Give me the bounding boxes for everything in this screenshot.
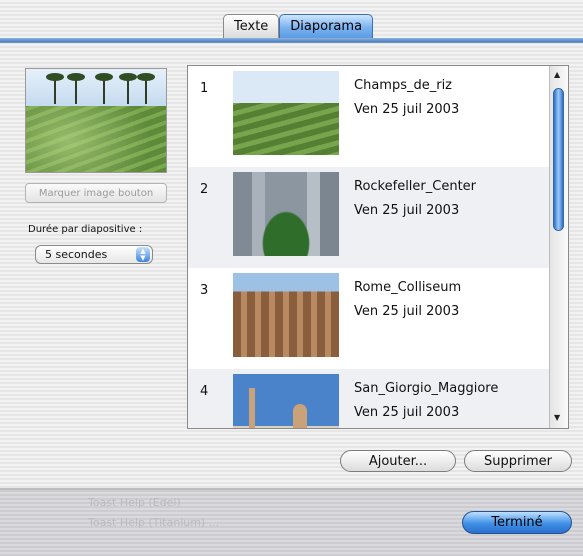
duration-label: Durée par diapositive :: [28, 224, 143, 235]
slide-name: Rockefeller_Center: [354, 179, 477, 194]
remove-button[interactable]: Supprimer: [464, 450, 572, 472]
slide-number: 4: [200, 384, 209, 399]
duration-value: 5 secondes: [45, 248, 108, 261]
slide-name: Rome_Colliseum: [354, 280, 462, 295]
scroll-thumb[interactable]: [553, 88, 564, 231]
slide-thumbnail: [233, 273, 339, 357]
tab-diaporama[interactable]: Diaporama: [279, 14, 374, 38]
mark-image-button[interactable]: Marquer image bouton: [25, 183, 167, 203]
slide-date: Ven 25 juil 2003: [354, 203, 460, 218]
slide-date: Ven 25 juil 2003: [354, 102, 460, 117]
done-button[interactable]: Terminé: [462, 511, 572, 534]
slide-date: Ven 25 juil 2003: [354, 405, 460, 420]
slide-thumbnail: [233, 71, 339, 155]
slide-list[interactable]: 1 Champs_de_riz Ven 25 juil 2003 2 Rocke…: [187, 65, 569, 429]
slide-number: 2: [200, 182, 209, 197]
slide-number: 3: [200, 283, 209, 298]
slide-row[interactable]: 1 Champs_de_riz Ven 25 juil 2003: [188, 66, 550, 167]
ghost-item: Toast Help (Edel): [88, 496, 181, 509]
select-arrows-icon: ▲ ▼: [136, 247, 150, 262]
tab-bar: Texte Diaporama: [223, 14, 374, 40]
slide-name: San_Giorgio_Maggiore: [354, 381, 499, 396]
tab-texte[interactable]: Texte: [223, 14, 280, 38]
slide-thumbnail: [233, 172, 339, 256]
ghost-item: Toast Help (Titanium) ...: [88, 516, 220, 529]
scroll-up-icon[interactable]: ▲: [554, 70, 560, 79]
slide-row[interactable]: 2 Rockefeller_Center Ven 25 juil 2003: [188, 167, 550, 268]
add-button[interactable]: Ajouter...: [340, 450, 456, 472]
scroll-down-icon[interactable]: ▼: [554, 413, 560, 422]
slide-name: Champs_de_riz: [354, 78, 453, 93]
duration-select[interactable]: 5 secondes ▲ ▼: [35, 245, 153, 264]
selected-slide-preview: [25, 68, 167, 173]
slide-row[interactable]: 3 Rome_Colliseum Ven 25 juil 2003: [188, 268, 550, 369]
slide-date: Ven 25 juil 2003: [354, 304, 460, 319]
slide-row[interactable]: 4 San_Giorgio_Maggiore Ven 25 juil 2003: [188, 369, 550, 428]
slide-thumbnail: [233, 374, 339, 428]
slide-number: 1: [200, 81, 209, 96]
list-scrollbar[interactable]: ▲ ▼: [549, 66, 568, 428]
